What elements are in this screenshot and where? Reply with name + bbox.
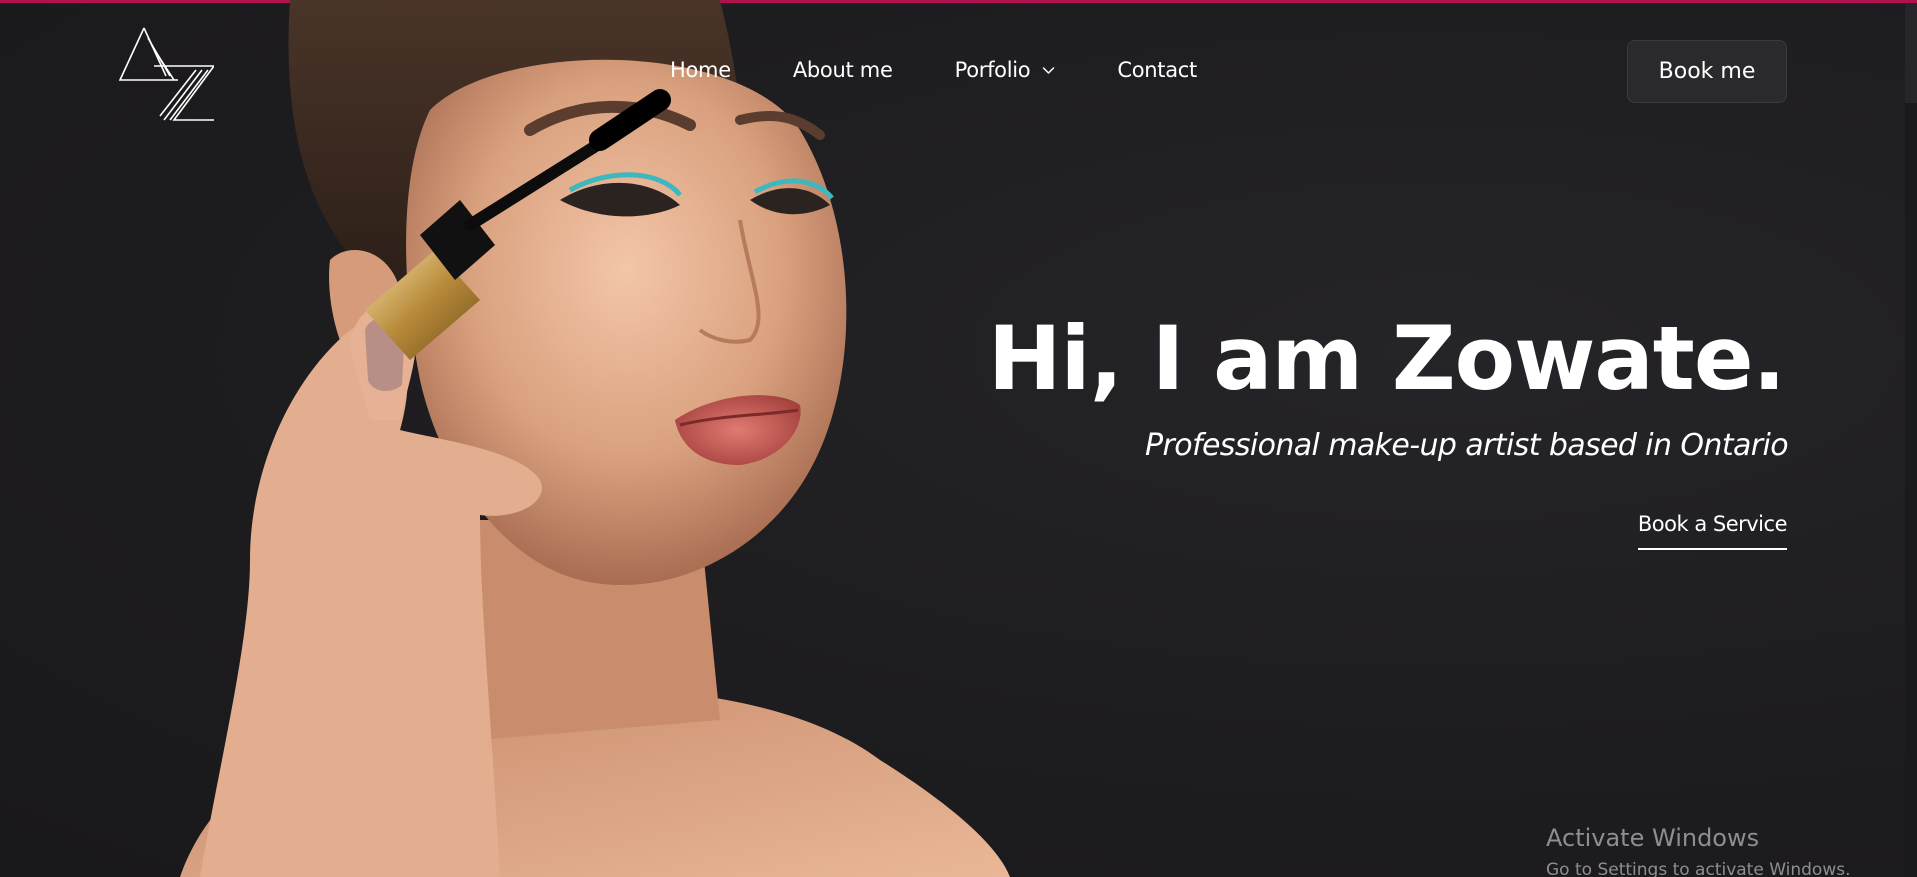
activation-title: Activate Windows	[1546, 824, 1760, 852]
nav-portfolio[interactable]: Porfolio	[955, 58, 1056, 82]
nav-portfolio-label: Porfolio	[954, 58, 1031, 82]
scrollbar[interactable]	[1905, 3, 1917, 877]
nav-contact[interactable]: Contact	[1117, 58, 1197, 82]
nav-about[interactable]: About me	[793, 58, 893, 82]
nav-home-label: Home	[670, 58, 731, 82]
main-nav: Home About me Porfolio Contact	[670, 58, 1259, 82]
hero-subtitle: Professional make-up artist based in Ont…	[1145, 428, 1789, 463]
book-me-button[interactable]: Book me	[1627, 40, 1787, 103]
chevron-down-icon	[1043, 66, 1055, 74]
scrollbar-thumb[interactable]	[1905, 3, 1917, 103]
nav-contact-label: Contact	[1117, 58, 1197, 82]
windows-activation-watermark: Activate Windows Go to Settings to activ…	[1546, 824, 1851, 877]
page: Home About me Porfolio Contact Book me H…	[0, 0, 1917, 877]
az-logo[interactable]	[118, 26, 214, 122]
hero-portrait-image	[180, 0, 1010, 877]
book-me-label: Book me	[1658, 59, 1756, 84]
nav-home[interactable]: Home	[670, 58, 731, 82]
nav-about-label: About me	[792, 58, 893, 82]
book-a-service-link[interactable]: Book a Service	[1637, 512, 1788, 550]
activation-subtitle: Go to Settings to activate Windows.	[1546, 860, 1851, 877]
hero-title: Hi, I am Zowate.	[987, 307, 1786, 410]
